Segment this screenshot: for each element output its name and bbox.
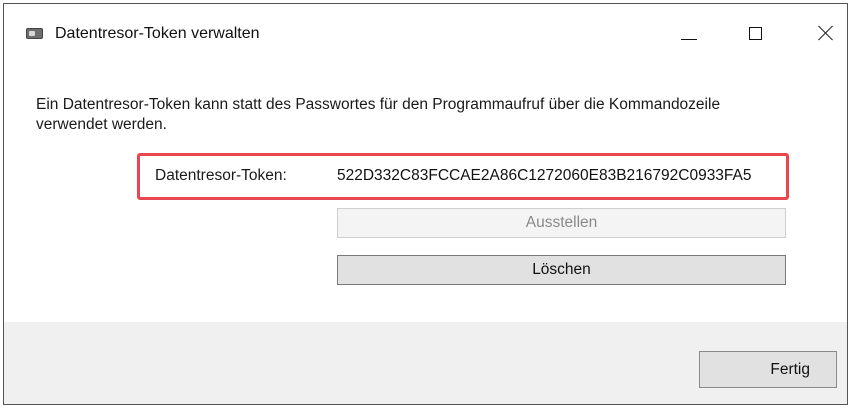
- window-title: Datentresor-Token verwalten: [55, 25, 260, 42]
- minimize-button[interactable]: [654, 4, 719, 62]
- token-dialog: Datentresor-Token verwalten Ein Datentre…: [3, 3, 848, 405]
- token-value-field[interactable]: 522D332C83FCCAE2A86C1272060E83B216792C09…: [337, 165, 783, 187]
- token-label: Datentresor-Token:: [155, 167, 287, 184]
- maximize-button[interactable]: [722, 4, 787, 62]
- done-button[interactable]: Fertig: [699, 351, 837, 388]
- close-icon: [815, 22, 837, 44]
- issue-button[interactable]: Ausstellen: [337, 208, 786, 238]
- title-bar[interactable]: Datentresor-Token verwalten: [4, 4, 847, 62]
- description-text: Ein Datentresor-Token kann statt des Pas…: [36, 96, 721, 133]
- minimize-icon: [681, 39, 697, 40]
- close-button[interactable]: [790, 4, 853, 62]
- maximize-icon: [749, 27, 762, 40]
- dialog-window-icon: [26, 28, 43, 39]
- delete-button[interactable]: Löschen: [337, 255, 786, 285]
